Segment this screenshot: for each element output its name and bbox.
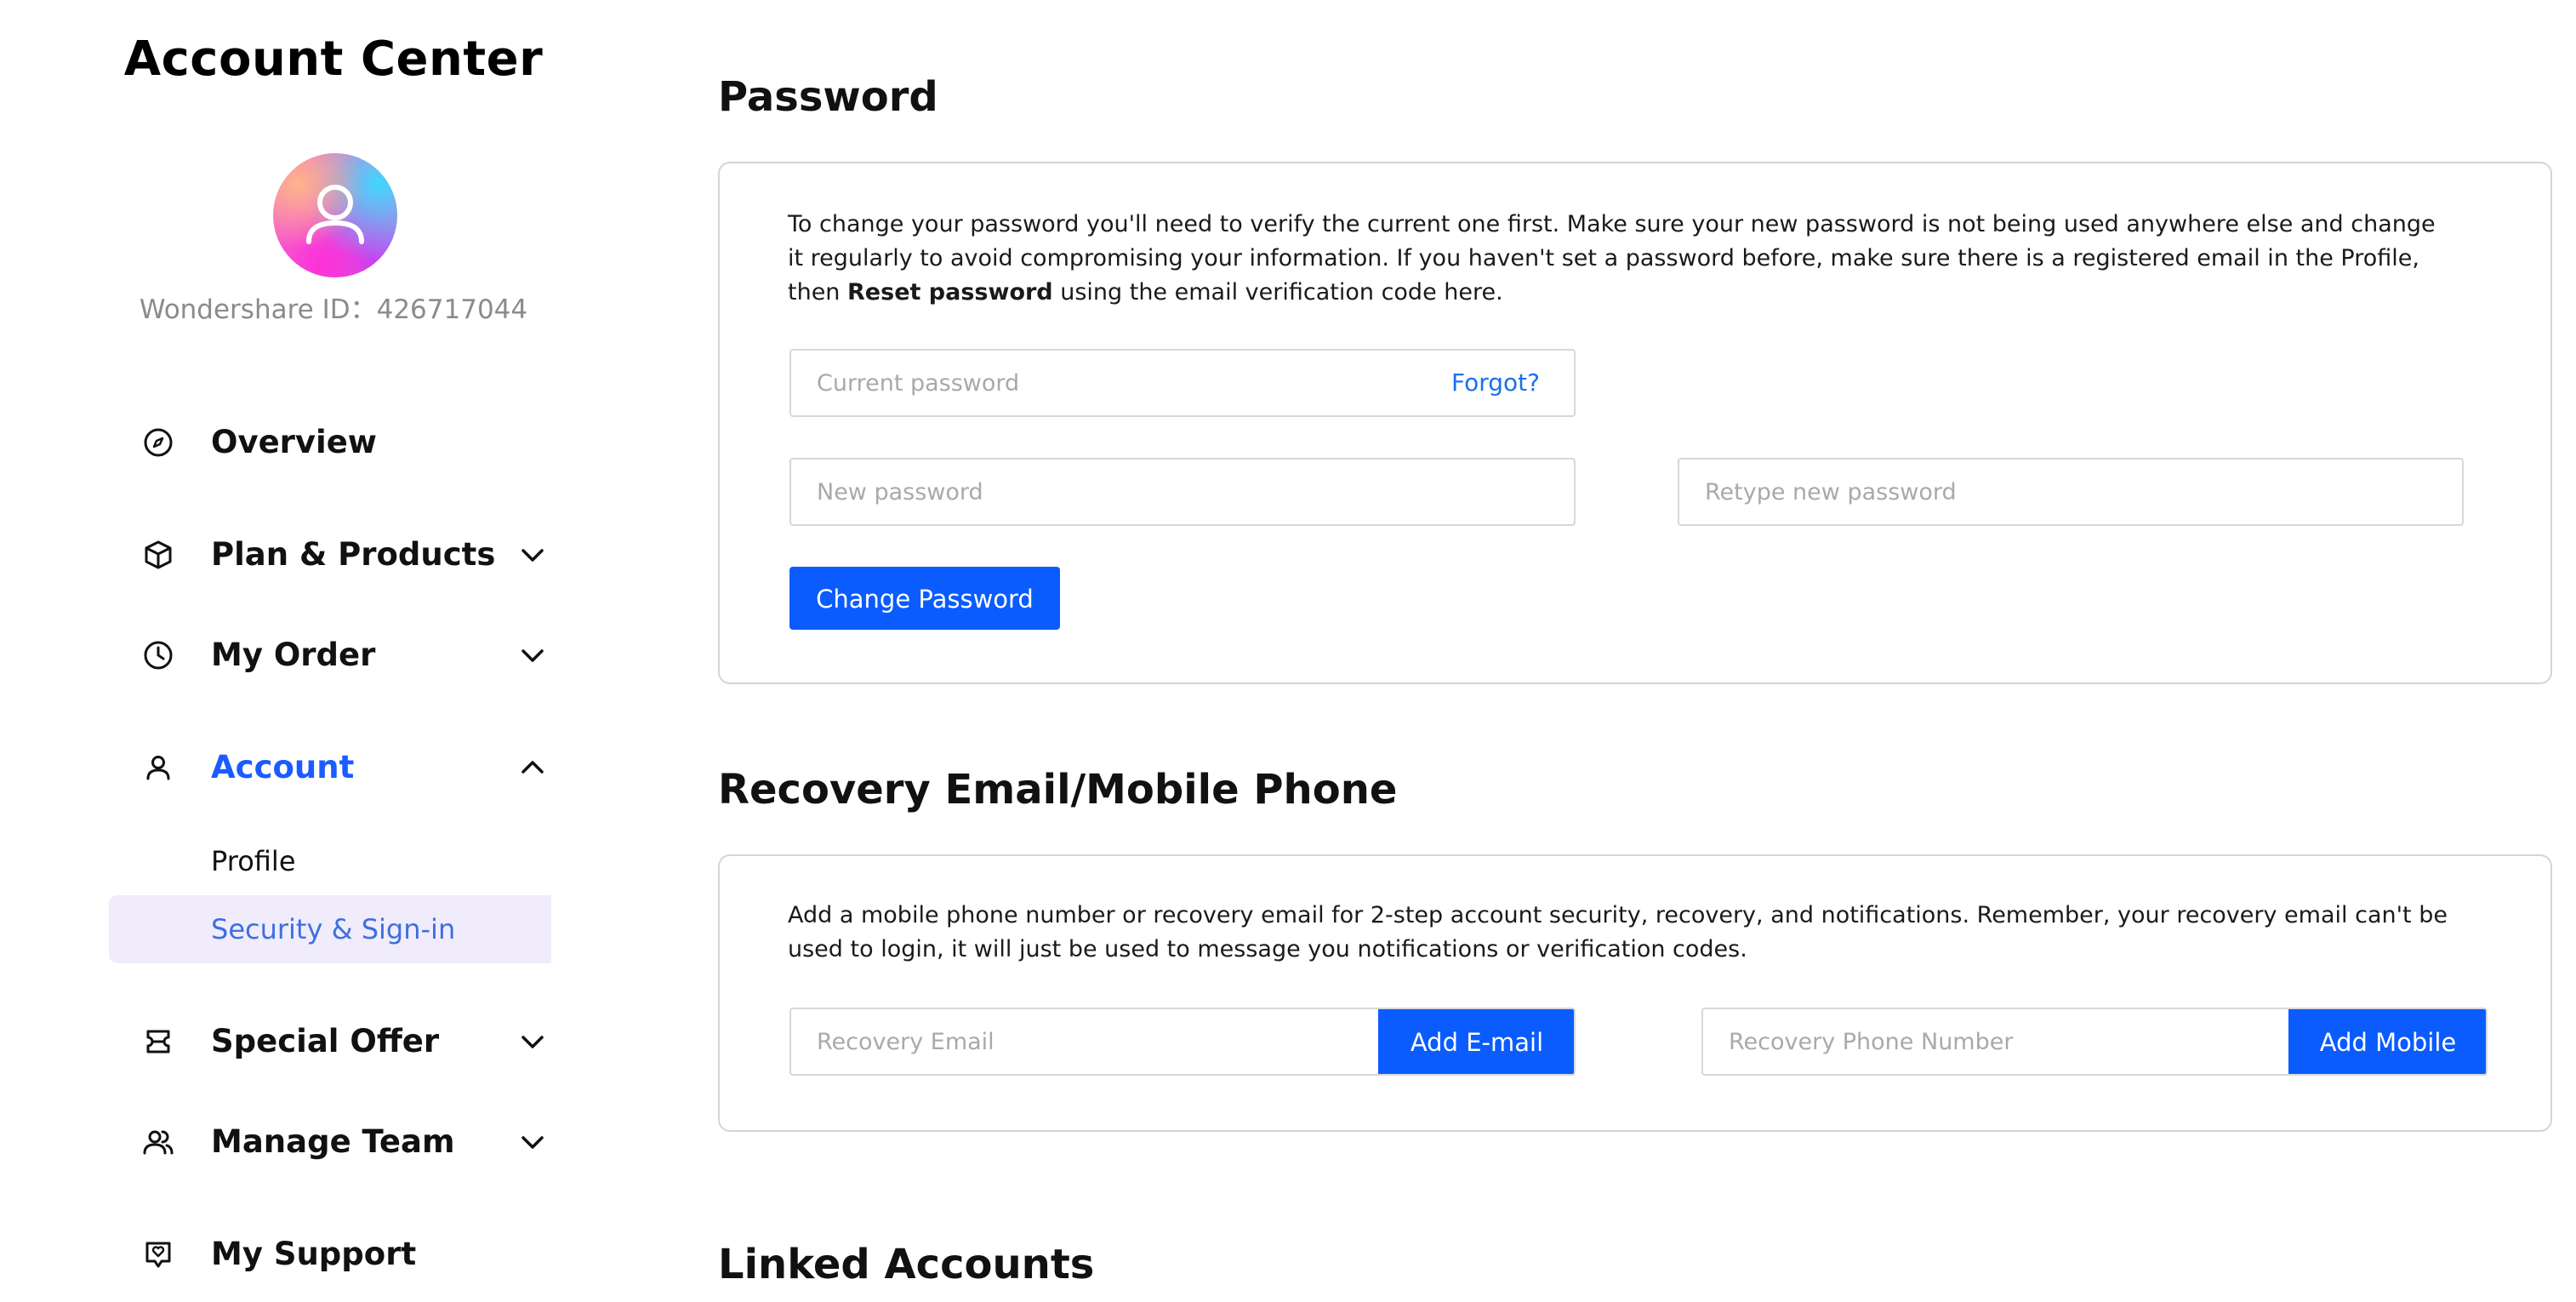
compass-icon bbox=[141, 425, 175, 460]
nav-account-label: Account bbox=[211, 749, 355, 785]
retype-password-input[interactable] bbox=[1679, 460, 2462, 524]
team-icon bbox=[141, 1125, 175, 1159]
nav-account[interactable]: Account bbox=[141, 734, 558, 802]
chevron-down-icon[interactable] bbox=[517, 1026, 548, 1057]
chevron-up-icon[interactable] bbox=[517, 752, 548, 783]
recovery-email-input[interactable] bbox=[791, 1009, 1378, 1074]
clock-icon bbox=[141, 638, 175, 672]
recovery-card: Add a mobile phone number or recovery em… bbox=[718, 854, 2552, 1132]
add-mobile-button[interactable]: Add Mobile bbox=[2288, 1009, 2486, 1074]
add-email-button[interactable]: Add E-mail bbox=[1378, 1009, 1574, 1074]
sub-nav-profile[interactable]: Profile bbox=[109, 827, 551, 895]
recovery-phone-input[interactable] bbox=[1703, 1009, 2288, 1074]
nav-special-offer[interactable]: Special Offer bbox=[141, 1008, 558, 1076]
recovery-email-group: Add E-mail bbox=[789, 1008, 1576, 1076]
recovery-section-title: Recovery Email/Mobile Phone bbox=[718, 766, 1398, 814]
nav-plan-products-label: Plan & Products bbox=[211, 536, 496, 573]
chevron-down-icon[interactable] bbox=[517, 640, 548, 671]
recovery-phone-group: Add Mobile bbox=[1701, 1008, 2488, 1076]
chevron-down-icon[interactable] bbox=[517, 540, 548, 570]
nav-manage-team-label: Manage Team bbox=[211, 1123, 455, 1160]
nav-overview-label: Overview bbox=[211, 424, 377, 460]
user-avatar-icon bbox=[306, 185, 364, 244]
wondershare-id: Wondershare ID：426717044 bbox=[139, 294, 528, 325]
nav-special-offer-label: Special Offer bbox=[211, 1023, 440, 1059]
box-icon bbox=[141, 538, 175, 572]
password-description: To change your password you'll need to v… bbox=[788, 211, 2436, 306]
current-password-field[interactable]: Forgot? bbox=[789, 349, 1576, 417]
avatar[interactable] bbox=[273, 153, 397, 277]
app-title: Account Center bbox=[123, 31, 544, 87]
forgot-password-link[interactable]: Forgot? bbox=[1451, 351, 1540, 415]
recovery-description: Add a mobile phone number or recovery em… bbox=[788, 902, 2448, 962]
user-icon bbox=[141, 751, 175, 785]
ticket-icon bbox=[141, 1025, 175, 1059]
password-section-title: Password bbox=[718, 73, 938, 121]
new-password-field[interactable] bbox=[789, 458, 1576, 526]
change-password-button[interactable]: Change Password bbox=[789, 567, 1060, 630]
support-icon bbox=[141, 1237, 175, 1271]
nav-my-support-label: My Support bbox=[211, 1236, 417, 1272]
sub-nav-security-sign-in[interactable]: Security & Sign-in bbox=[109, 895, 551, 963]
nav-my-support[interactable]: My Support bbox=[141, 1220, 558, 1288]
chevron-down-icon[interactable] bbox=[517, 1127, 548, 1157]
retype-password-field[interactable] bbox=[1678, 458, 2464, 526]
nav-my-order-label: My Order bbox=[211, 637, 376, 673]
nav-plan-products[interactable]: Plan & Products bbox=[141, 521, 558, 589]
password-card: To change your password you'll need to v… bbox=[718, 162, 2552, 684]
new-password-input[interactable] bbox=[791, 460, 1574, 524]
nav-my-order[interactable]: My Order bbox=[141, 621, 558, 689]
nav-overview[interactable]: Overview bbox=[141, 408, 558, 477]
nav-manage-team[interactable]: Manage Team bbox=[141, 1108, 558, 1176]
reset-password-emphasis: Reset password bbox=[847, 279, 1053, 306]
linked-accounts-section-title: Linked Accounts bbox=[718, 1241, 1095, 1288]
